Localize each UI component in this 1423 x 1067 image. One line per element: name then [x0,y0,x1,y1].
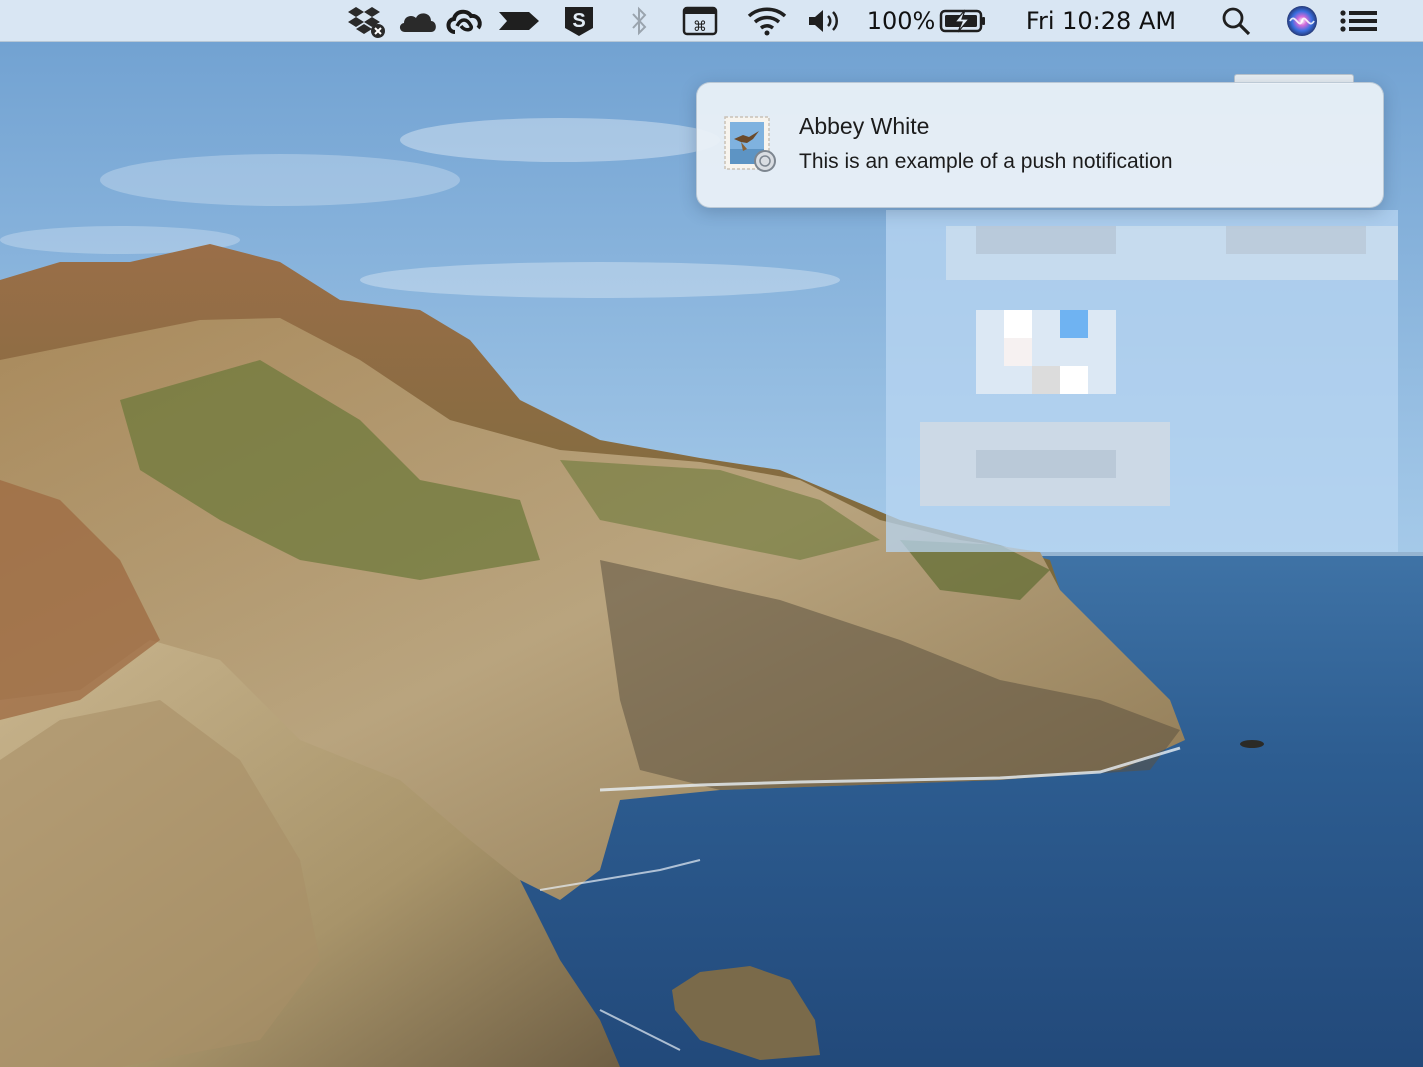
wifi-icon[interactable] [746,0,788,42]
keyboard-viewer-icon[interactable]: ⌘ [680,0,720,42]
pixelated-desktop-region [886,210,1398,552]
notification-title: Abbey White [799,113,930,139]
spotlight-search-icon[interactable] [1220,0,1252,42]
volume-icon[interactable] [806,0,844,42]
notification-center-icon[interactable] [1338,0,1380,42]
siri-icon[interactable] [1284,0,1320,42]
migration-arrow-icon[interactable] [496,0,542,42]
menubar-clock[interactable]: Fri 10:28 AM [1012,0,1190,42]
s-app-icon[interactable]: S [560,0,598,42]
battery-percent[interactable]: 100% [866,0,936,42]
push-notification-banner[interactable]: Abbey White This is an example of a push… [696,82,1384,208]
svg-text:⌘: ⌘ [693,19,707,35]
menu-bar: S ⌘ 100% Fri 10:28 AM [0,0,1423,42]
creative-cloud-icon[interactable] [444,0,484,42]
notification-body: This is an example of a push notificatio… [799,150,1173,173]
svg-text:S: S [572,10,585,32]
dropbox-icon[interactable] [344,0,388,42]
mail-stamp-icon [723,115,779,175]
onedrive-icon[interactable] [396,0,440,42]
bluetooth-icon[interactable] [624,0,654,42]
battery-charging-icon[interactable] [938,0,988,42]
